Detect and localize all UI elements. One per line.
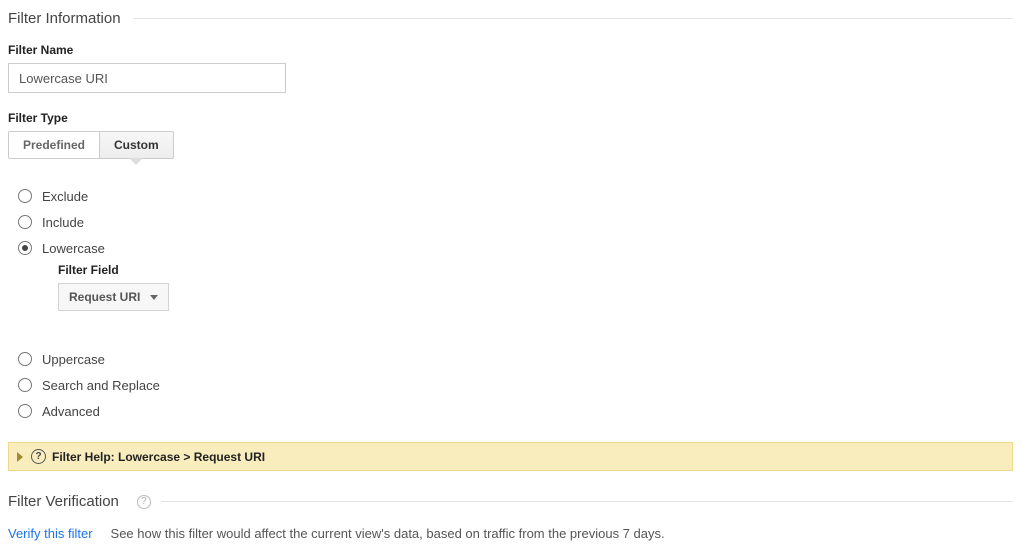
filter-type-radio-list: Exclude Include Lowercase Filter Field R…: [8, 183, 1013, 424]
radio-lowercase[interactable]: Lowercase: [18, 235, 1013, 261]
filter-verification-header: Filter Verification ?: [8, 493, 1013, 510]
filter-name-label: Filter Name: [8, 43, 1013, 57]
filter-type-label: Filter Type: [8, 111, 1013, 125]
chevron-down-icon: [150, 295, 158, 300]
radio-label: Lowercase: [42, 241, 105, 256]
radio-icon: [18, 404, 32, 418]
caret-right-icon: [17, 452, 23, 462]
radio-icon: [18, 189, 32, 203]
filter-information-title: Filter Information: [8, 10, 133, 27]
verify-description: See how this filter would affect the cur…: [111, 526, 665, 541]
radio-label: Search and Replace: [42, 378, 160, 393]
filter-field-dropdown[interactable]: Request URI: [58, 283, 169, 311]
radio-icon: [18, 352, 32, 366]
radio-icon: [18, 241, 32, 255]
filter-type-segmented: Predefined Custom: [8, 131, 1013, 159]
filter-field-group: Filter Field Request URI: [58, 263, 1013, 311]
custom-button[interactable]: Custom: [99, 131, 174, 159]
radio-icon: [18, 378, 32, 392]
filter-help-text: Filter Help: Lowercase > Request URI: [52, 450, 265, 464]
radio-icon: [18, 215, 32, 229]
verify-filter-link[interactable]: Verify this filter: [8, 526, 93, 541]
dropdown-value: Request URI: [69, 290, 140, 304]
radio-search-replace[interactable]: Search and Replace: [18, 372, 1013, 398]
filter-name-input[interactable]: [8, 63, 286, 93]
radio-uppercase[interactable]: Uppercase: [18, 346, 1013, 372]
filter-field-label: Filter Field: [58, 263, 1013, 277]
divider: [133, 18, 1013, 19]
radio-include[interactable]: Include: [18, 209, 1013, 235]
filter-help-bar[interactable]: ? Filter Help: Lowercase > Request URI: [8, 442, 1013, 471]
divider: [161, 501, 1013, 502]
filter-name-group: Filter Name: [8, 43, 1013, 93]
radio-label: Uppercase: [42, 352, 105, 367]
radio-exclude[interactable]: Exclude: [18, 183, 1013, 209]
radio-label: Include: [42, 215, 84, 230]
predefined-button[interactable]: Predefined: [8, 131, 99, 159]
filter-type-group: Filter Type Predefined Custom Exclude In…: [8, 111, 1013, 424]
verify-row: Verify this filter See how this filter w…: [8, 526, 1013, 541]
radio-advanced[interactable]: Advanced: [18, 398, 1013, 424]
filter-information-header: Filter Information: [8, 10, 1013, 27]
help-icon: ?: [31, 449, 46, 464]
radio-label: Advanced: [42, 404, 100, 419]
filter-verification-title: Filter Verification: [8, 493, 131, 510]
radio-label: Exclude: [42, 189, 88, 204]
help-icon[interactable]: ?: [137, 495, 151, 509]
